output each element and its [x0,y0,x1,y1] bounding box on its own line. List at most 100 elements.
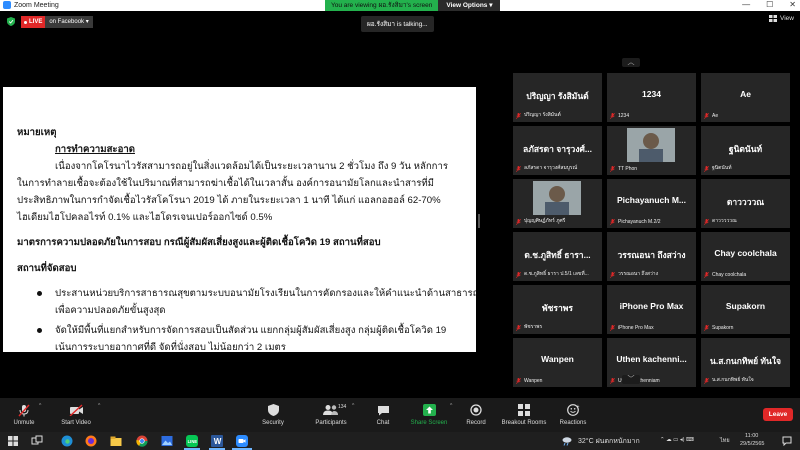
close-button[interactable]: ✕ [789,0,796,10]
participant-tile[interactable]: iPhone Pro Max iPhone Pro Max [607,285,696,334]
notification-icon[interactable] [782,436,792,446]
video-off-icon [69,404,83,416]
doc-section-heading: มาตรการความปลอดภัยในการสอบ กรณีผู้สัมผัส… [17,237,381,248]
line-app-icon[interactable]: LINE [186,435,198,447]
participant-display-name: 1234 [642,89,661,99]
chrome-icon[interactable] [136,435,148,447]
word-icon[interactable]: W [211,435,223,447]
participant-tile[interactable]: Ae Ae [701,73,790,122]
participant-tile[interactable]: น.ส.กนกทิพย์ ทันใจ น.ส.กนกทิพย์ ทันใจ [701,338,790,387]
participant-tile[interactable]: ปริญญา รังสิมันต์ ปริญญา รังสิมันต์ [513,73,602,122]
participant-display-name: Ae [740,89,751,99]
live-stream-indicator[interactable]: LIVE on Facebook ▾ [21,16,93,28]
reactions-button[interactable]: + Reactions [558,403,588,426]
gallery-next-page-button[interactable]: ﹀ [622,375,640,384]
muted-mic-icon [610,166,615,172]
participant-tile[interactable]: Wanpen Wanpen [513,338,602,387]
participant-display-name: Wanpen [541,354,574,364]
participant-tile[interactable]: Supakorn Supakorn [701,285,790,334]
participant-tile[interactable]: 1234 1234 [607,73,696,122]
gallery-previous-page-button[interactable]: ︿ [622,58,640,67]
participant-count: 134 [338,404,347,410]
muted-mic-icon [704,272,709,278]
chat-label: Chat [376,420,390,426]
share-screen-button[interactable]: Share Screen ^ [410,403,453,426]
photos-icon[interactable] [161,435,173,447]
participant-display-name: iPhone Pro Max [619,301,684,311]
participant-video-thumbnail [533,181,581,215]
chevron-up-icon[interactable]: ^ [39,403,41,409]
system-tray-icons[interactable]: ⌃ ☁ ▭ ◂) ⌨ [660,437,694,443]
maximize-button[interactable]: ☐ [766,0,773,10]
start-video-button[interactable]: Start Video ^ [56,403,100,426]
leave-button[interactable]: Leave [763,408,793,421]
participant-tile[interactable]: ปุญญศิษฏ์ภัทร์ ภูศรี [513,179,602,228]
participants-button[interactable]: Participants 134 ^ [310,403,354,426]
encryption-shield-icon[interactable] [7,17,15,26]
chevron-up-icon[interactable]: ^ [450,403,452,409]
participant-tile[interactable]: ดาววววณ ดาวววววณ [701,179,790,228]
weather-rain-icon [562,437,572,446]
participants-icon [323,405,338,415]
record-button[interactable]: Record [464,403,488,426]
participant-tile[interactable]: Uthen kachenni...Uthen kachenniam [607,338,696,387]
doc-paragraph-line: ไฮเดียมไฮโปคลอไรท์ 0.1% และไฮโดรเจนเปอร์… [17,212,273,223]
reactions-label: Reactions [559,420,587,426]
svg-text:LINE: LINE [188,439,198,444]
muted-mic-icon [704,166,709,172]
participant-tile[interactable]: ลภัสรดา จารุวงศ์... ลภัสรดา จารุวงศ์สมบูร… [513,126,602,175]
participant-tile[interactable]: Chay coolchala Chay coolchala [701,232,790,281]
file-explorer-icon[interactable] [110,435,122,447]
participant-name-label: iPhone Pro Max [618,325,654,331]
participant-name-label: ลภัสรดา จารุวงศ์สมบูรณ์ [524,165,578,171]
split-view-handle[interactable] [478,214,480,228]
firefox-icon[interactable] [85,435,97,447]
reactions-smiley-icon: + [566,404,579,416]
muted-mic-icon [516,166,521,172]
window-titlebar: Zoom Meeting You are viewing ผอ.รังสิมา'… [0,0,800,11]
participant-tile[interactable]: ฐนิตนันท์ ฐนิตนันท์ [701,126,790,175]
participant-name-label: 1234 [618,113,630,119]
muted-mic-icon [704,219,709,225]
svg-text:W: W [214,437,222,446]
participant-tile[interactable]: TT Phon [607,126,696,175]
participant-display-name: วรรณอนา ถึงสว่าง [617,250,686,260]
weather-text[interactable]: 32°C ฝนตกหนักมาก [578,436,640,447]
participant-display-name: ฐนิตนันท์ [728,144,763,154]
windows-start-icon[interactable] [7,435,19,447]
muted-mic-icon [18,404,30,416]
breakout-rooms-button[interactable]: Breakout Rooms [500,403,548,426]
clock-date[interactable]: 29/5/2565 [740,441,764,447]
unmute-button[interactable]: Unmute ^ [10,403,41,426]
participant-tile[interactable]: Pichayanuch M... Pichayanuch M.2/2 [607,179,696,228]
input-language[interactable]: ไทย [720,437,730,445]
windows-taskbar: LINE W 32°C ฝนตกหนักมาก ⌃ ☁ ▭ ◂) ⌨ ไทย 1… [0,432,800,450]
participants-label: Participants [315,420,347,426]
participant-tile[interactable]: วรรณอนา ถึงสว่าง วรรณอนา ถึงสว่าง [607,232,696,281]
live-destination[interactable]: on Facebook ▾ [45,16,93,28]
participant-display-name: Chay coolchala [714,248,777,258]
doc-heading: หมายเหตุ [17,127,57,138]
breakout-rooms-icon [518,404,530,416]
view-button[interactable]: View [769,15,794,22]
chevron-up-icon[interactable]: ^ [98,403,100,409]
doc-bullet-line: จัดให้มีพื้นที่แยกสำหรับการจัดการสอบเป็น… [55,325,447,336]
participant-name-label: TT Phon [618,166,638,172]
participant-tile[interactable]: ด.ช.ภูสิทธิ์ ธารา... ด.ช.ภูสิทธิ์ ธารา ป.… [513,232,602,281]
participant-tile[interactable]: พัชราพร พัชราพร [513,285,602,334]
participant-name-label: ฐนิตนันท์ [712,165,732,171]
minimize-button[interactable]: — [742,0,750,10]
task-view-icon[interactable] [31,435,43,447]
meeting-toolbar: Unmute ^ Start Video ^ Security Particip… [0,398,800,432]
doc-subheading: การทำความสะอาด [55,144,135,155]
chevron-up-icon[interactable]: ^ [352,403,354,409]
participant-display-name: น.ส.กนกทิพย์ ทันใจ [710,356,781,366]
security-button[interactable]: Security [259,403,287,426]
grid-view-icon [769,15,778,22]
view-options-button[interactable]: View Options ▾ [438,0,501,11]
edge-browser-icon[interactable] [61,435,73,447]
muted-mic-icon [516,325,521,331]
chat-button[interactable]: Chat [373,403,393,426]
clock-time[interactable]: 11:00 [745,433,758,439]
zoom-app-icon[interactable] [236,435,248,447]
